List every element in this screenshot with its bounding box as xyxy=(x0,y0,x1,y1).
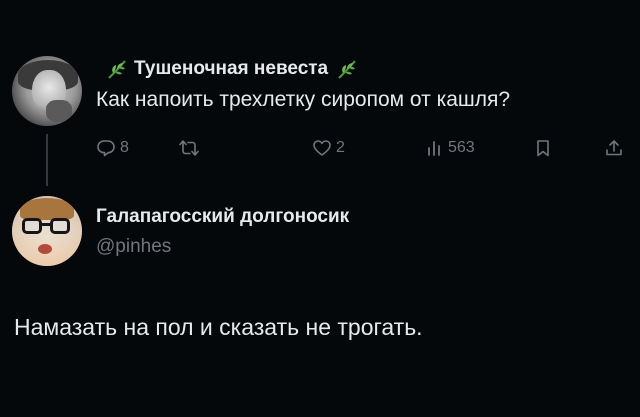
like-count: 2 xyxy=(336,139,345,156)
author-handle[interactable]: @pinhes xyxy=(96,236,171,258)
share-button[interactable] xyxy=(604,136,624,160)
herb-icon xyxy=(106,58,128,80)
share-icon xyxy=(604,138,624,158)
reply-button[interactable]: 8 xyxy=(96,136,129,160)
avatar-hair xyxy=(20,198,74,220)
reply-icon xyxy=(96,138,116,158)
avatar-hand xyxy=(46,100,72,122)
avatar-glasses xyxy=(22,218,74,236)
glasses-lens-right xyxy=(50,218,70,234)
author-name-text: Тушеночная невеста xyxy=(134,58,329,79)
avatar-mouth xyxy=(38,244,52,254)
app-frame: Тушеночная невеста Как напоить трехлетку… xyxy=(0,0,640,417)
repost-icon xyxy=(178,138,200,158)
reply-count: 8 xyxy=(120,139,129,156)
bookmark-button[interactable] xyxy=(534,136,552,160)
heart-icon xyxy=(312,138,332,158)
author-name[interactable]: Тушеночная невеста xyxy=(106,56,358,82)
views-icon xyxy=(426,138,444,158)
repost-button[interactable] xyxy=(178,136,200,160)
herb-icon xyxy=(336,58,358,80)
glasses-lens-left xyxy=(22,218,42,234)
avatar[interactable] xyxy=(12,196,82,266)
thread-connector-line xyxy=(46,134,48,186)
author-name[interactable]: Галапагосский долгоносик xyxy=(96,206,349,228)
tweet-text: Намазать на пол и сказать не трогать. xyxy=(14,314,423,340)
views-count: 563 xyxy=(448,139,475,156)
bookmark-icon xyxy=(534,138,552,158)
views-button[interactable]: 563 xyxy=(426,136,475,160)
avatar[interactable] xyxy=(12,56,82,126)
like-button[interactable]: 2 xyxy=(312,136,345,160)
tweet-text: Как напоить трехлетку сиропом от кашля? xyxy=(96,88,511,111)
tweet-action-bar: 8 2 563 xyxy=(96,136,626,160)
